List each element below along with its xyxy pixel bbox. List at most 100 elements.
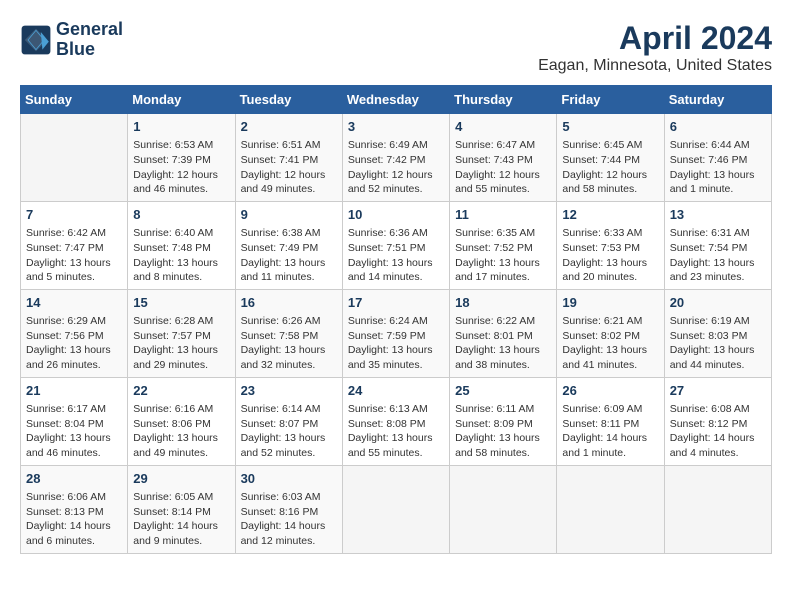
day-cell: 14 Sunrise: 6:29 AMSunset: 7:56 PMDayligh… <box>21 289 128 377</box>
logo-line2: Blue <box>56 40 123 60</box>
day-cell: 10 Sunrise: 6:36 AMSunset: 7:51 PMDayligh… <box>342 201 449 289</box>
week-row-1: 1Sunrise: 6:53 AMSunset: 7:39 PMDaylight… <box>21 114 772 202</box>
day-info: Sunrise: 6:42 AMSunset: 7:47 PMDaylight:… <box>26 226 122 285</box>
calendar-title: April 2024 <box>538 20 772 57</box>
day-number: 26 <box>562 382 658 400</box>
week-row-4: 21Sunrise: 6:17 AMSunset: 8:04 PMDayligh… <box>21 377 772 465</box>
day-header-wednesday: Wednesday <box>342 86 449 114</box>
day-info: Sunrise: 6:06 AMSunset: 8:13 PMDaylight:… <box>26 490 122 549</box>
day-number: 6 <box>670 118 766 136</box>
day-info: Sunrise: 6:22 AMSunset: 8:01 PMDaylight:… <box>455 314 551 373</box>
page-header: General Blue April 2024 Eagan, Minnesota… <box>20 20 772 75</box>
day-number: 11 <box>455 206 551 224</box>
day-info: Sunrise: 6:53 AMSunset: 7:39 PMDaylight:… <box>133 138 229 197</box>
day-cell <box>342 465 449 553</box>
day-info: Sunrise: 6:13 AMSunset: 8:08 PMDaylight:… <box>348 402 444 461</box>
day-info: Sunrise: 6:38 AMSunset: 7:49 PMDaylight:… <box>241 226 337 285</box>
day-info: Sunrise: 6:21 AMSunset: 8:02 PMDaylight:… <box>562 314 658 373</box>
day-info: Sunrise: 6:16 AMSunset: 8:06 PMDaylight:… <box>133 402 229 461</box>
day-cell: 3 Sunrise: 6:49 AMSunset: 7:42 PMDaylight… <box>342 114 449 202</box>
day-cell: 28 Sunrise: 6:06 AMSunset: 8:13 PMDayligh… <box>21 465 128 553</box>
day-cell: 19Sunrise: 6:21 AMSunset: 8:02 PMDayligh… <box>557 289 664 377</box>
day-number: 14 <box>26 294 122 312</box>
day-info: Sunrise: 6:14 AMSunset: 8:07 PMDaylight:… <box>241 402 337 461</box>
day-number: 23 <box>241 382 337 400</box>
day-number: 9 <box>241 206 337 224</box>
day-cell: 2 Sunrise: 6:51 AMSunset: 7:41 PMDaylight… <box>235 114 342 202</box>
day-info: Sunrise: 6:49 AMSunset: 7:42 PMDaylight:… <box>348 138 444 197</box>
day-number: 8 <box>133 206 229 224</box>
day-cell: 25Sunrise: 6:11 AMSunset: 8:09 PMDayligh… <box>450 377 557 465</box>
title-block: April 2024 Eagan, Minnesota, United Stat… <box>538 20 772 75</box>
day-cell: 8 Sunrise: 6:40 AMSunset: 7:48 PMDaylight… <box>128 201 235 289</box>
day-header-sunday: Sunday <box>21 86 128 114</box>
day-info: Sunrise: 6:09 AMSunset: 8:11 PMDaylight:… <box>562 402 658 461</box>
week-row-2: 7 Sunrise: 6:42 AMSunset: 7:47 PMDaylight… <box>21 201 772 289</box>
day-cell: 22 Sunrise: 6:16 AMSunset: 8:06 PMDayligh… <box>128 377 235 465</box>
calendar-subtitle: Eagan, Minnesota, United States <box>538 57 772 75</box>
day-info: Sunrise: 6:40 AMSunset: 7:48 PMDaylight:… <box>133 226 229 285</box>
day-cell: 20 Sunrise: 6:19 AMSunset: 8:03 PMDayligh… <box>664 289 771 377</box>
day-info: Sunrise: 6:05 AMSunset: 8:14 PMDaylight:… <box>133 490 229 549</box>
day-number: 13 <box>670 206 766 224</box>
logo: General Blue <box>20 20 123 60</box>
calendar-table: SundayMondayTuesdayWednesdayThursdayFrid… <box>20 85 772 554</box>
day-header-tuesday: Tuesday <box>235 86 342 114</box>
day-cell: 13 Sunrise: 6:31 AMSunset: 7:54 PMDayligh… <box>664 201 771 289</box>
day-number: 29 <box>133 470 229 488</box>
day-cell: 11 Sunrise: 6:35 AMSunset: 7:52 PMDayligh… <box>450 201 557 289</box>
day-info: Sunrise: 6:31 AMSunset: 7:54 PMDaylight:… <box>670 226 766 285</box>
day-header-monday: Monday <box>128 86 235 114</box>
day-cell: 4Sunrise: 6:47 AMSunset: 7:43 PMDaylight… <box>450 114 557 202</box>
day-info: Sunrise: 6:29 AMSunset: 7:56 PMDaylight:… <box>26 314 122 373</box>
day-info: Sunrise: 6:24 AMSunset: 7:59 PMDaylight:… <box>348 314 444 373</box>
day-header-saturday: Saturday <box>664 86 771 114</box>
day-cell: 1Sunrise: 6:53 AMSunset: 7:39 PMDaylight… <box>128 114 235 202</box>
logo-line1: General <box>56 20 123 40</box>
calendar-header: SundayMondayTuesdayWednesdayThursdayFrid… <box>21 86 772 114</box>
day-cell <box>21 114 128 202</box>
week-row-5: 28 Sunrise: 6:06 AMSunset: 8:13 PMDayligh… <box>21 465 772 553</box>
day-info: Sunrise: 6:17 AMSunset: 8:04 PMDaylight:… <box>26 402 122 461</box>
day-number: 17 <box>348 294 444 312</box>
day-cell: 12 Sunrise: 6:33 AMSunset: 7:53 PMDayligh… <box>557 201 664 289</box>
day-info: Sunrise: 6:35 AMSunset: 7:52 PMDaylight:… <box>455 226 551 285</box>
day-info: Sunrise: 6:47 AMSunset: 7:43 PMDaylight:… <box>455 138 551 197</box>
day-info: Sunrise: 6:19 AMSunset: 8:03 PMDaylight:… <box>670 314 766 373</box>
day-number: 2 <box>241 118 337 136</box>
day-header-friday: Friday <box>557 86 664 114</box>
day-number: 5 <box>562 118 658 136</box>
day-cell: 7 Sunrise: 6:42 AMSunset: 7:47 PMDaylight… <box>21 201 128 289</box>
day-cell: 6 Sunrise: 6:44 AMSunset: 7:46 PMDaylight… <box>664 114 771 202</box>
day-number: 30 <box>241 470 337 488</box>
day-cell: 21Sunrise: 6:17 AMSunset: 8:04 PMDayligh… <box>21 377 128 465</box>
day-cell: 15Sunrise: 6:28 AMSunset: 7:57 PMDayligh… <box>128 289 235 377</box>
day-info: Sunrise: 6:36 AMSunset: 7:51 PMDaylight:… <box>348 226 444 285</box>
day-cell: 27Sunrise: 6:08 AMSunset: 8:12 PMDayligh… <box>664 377 771 465</box>
day-number: 27 <box>670 382 766 400</box>
day-info: Sunrise: 6:44 AMSunset: 7:46 PMDaylight:… <box>670 138 766 197</box>
day-info: Sunrise: 6:45 AMSunset: 7:44 PMDaylight:… <box>562 138 658 197</box>
logo-text: General Blue <box>56 20 123 60</box>
day-number: 28 <box>26 470 122 488</box>
day-cell: 24 Sunrise: 6:13 AMSunset: 8:08 PMDayligh… <box>342 377 449 465</box>
day-cell: 5 Sunrise: 6:45 AMSunset: 7:44 PMDaylight… <box>557 114 664 202</box>
day-cell: 29 Sunrise: 6:05 AMSunset: 8:14 PMDayligh… <box>128 465 235 553</box>
day-cell: 9 Sunrise: 6:38 AMSunset: 7:49 PMDaylight… <box>235 201 342 289</box>
day-number: 10 <box>348 206 444 224</box>
day-number: 22 <box>133 382 229 400</box>
day-cell <box>450 465 557 553</box>
day-number: 18 <box>455 294 551 312</box>
day-info: Sunrise: 6:33 AMSunset: 7:53 PMDaylight:… <box>562 226 658 285</box>
logo-icon <box>20 24 52 56</box>
day-number: 3 <box>348 118 444 136</box>
day-info: Sunrise: 6:51 AMSunset: 7:41 PMDaylight:… <box>241 138 337 197</box>
day-number: 20 <box>670 294 766 312</box>
day-number: 24 <box>348 382 444 400</box>
day-cell: 30Sunrise: 6:03 AMSunset: 8:16 PMDayligh… <box>235 465 342 553</box>
day-number: 25 <box>455 382 551 400</box>
day-number: 12 <box>562 206 658 224</box>
day-number: 15 <box>133 294 229 312</box>
header-row: SundayMondayTuesdayWednesdayThursdayFrid… <box>21 86 772 114</box>
day-number: 7 <box>26 206 122 224</box>
